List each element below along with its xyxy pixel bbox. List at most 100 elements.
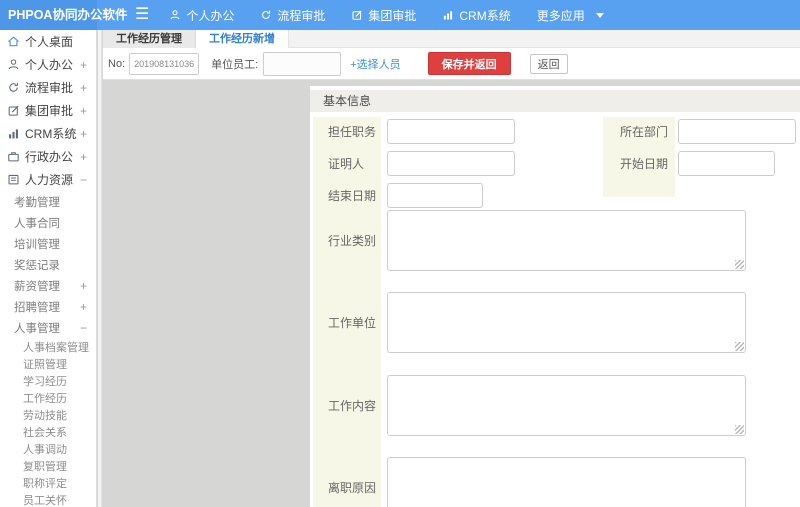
industry-label: 行业类别: [328, 234, 377, 248]
sidebar-item-personal-office[interactable]: 个人办公 +: [0, 53, 96, 76]
work-unit-label: 工作单位: [328, 316, 377, 330]
select-person-link[interactable]: +选择人员: [350, 56, 400, 72]
sidebar-item-label: 复职管理: [23, 460, 67, 473]
nav-group-approval[interactable]: 集团审批: [351, 7, 416, 24]
briefcase-icon: [7, 150, 20, 163]
sidebar-item-label: 个人办公: [25, 58, 74, 72]
nav-crm-system[interactable]: CRM系统: [442, 7, 511, 24]
sidebar-item-recruit[interactable]: 招聘管理 +: [0, 296, 96, 317]
sidebar-item-label: CRM系统: [25, 127, 77, 141]
sidebar-item-labor-skills[interactable]: 劳动技能: [0, 406, 96, 423]
sidebar-item-admin-office[interactable]: 行政办公 +: [0, 145, 96, 168]
sidebar-item-label: 学习经历: [23, 375, 67, 388]
nav-more-apps[interactable]: 更多应用: [537, 7, 604, 24]
expand-icon[interactable]: +: [80, 150, 87, 164]
collapse-icon[interactable]: −: [80, 173, 87, 187]
sidebar-item-hr-contract[interactable]: 人事合同: [0, 212, 96, 233]
tab-work-history-new[interactable]: 工作经历新增: [196, 30, 289, 48]
sidebar-item-hr[interactable]: 人力资源 −: [0, 168, 96, 191]
sidebar-item-label: 人事调动: [23, 443, 67, 456]
sidebar-item-reinstatement[interactable]: 复职管理: [0, 457, 96, 474]
sidebar-item-crm[interactable]: CRM系统 +: [0, 122, 96, 145]
industry-textarea[interactable]: [387, 210, 746, 271]
save-and-return-button[interactable]: 保存并返回: [427, 52, 511, 75]
sidebar-item-label: 证照管理: [23, 358, 67, 371]
sidebar-item-work-history[interactable]: 工作经历: [0, 389, 96, 406]
expand-icon[interactable]: +: [80, 127, 87, 141]
sidebar-item-personnel-files[interactable]: 人事档案管理: [0, 338, 96, 355]
department-input[interactable]: [678, 119, 796, 144]
sidebar-item-label: 劳动技能: [23, 409, 67, 422]
employee-label: 单位员工:: [211, 58, 259, 71]
sidebar-item-label: 招聘管理: [14, 301, 60, 314]
home-icon: [7, 35, 20, 48]
leave-reason-textarea[interactable]: [387, 457, 746, 507]
sidebar-item-label: 员工关怀: [23, 494, 67, 507]
sidebar-item-group-approval[interactable]: 集团审批 +: [0, 99, 96, 122]
no-label: No:: [108, 57, 126, 70]
toolbar: No: 单位员工: +选择人员 保存并返回 返回: [103, 48, 800, 80]
expand-icon[interactable]: +: [80, 279, 87, 293]
sidebar-item-label: 奖惩记录: [14, 259, 60, 272]
position-input[interactable]: [387, 119, 515, 144]
edit-icon: [7, 104, 20, 117]
hamburger-menu-icon[interactable]: ☰: [135, 0, 149, 30]
sidebar-item-label: 人事管理: [14, 322, 60, 335]
start-date-input[interactable]: [678, 151, 775, 176]
start-date-label: 开始日期: [620, 157, 669, 171]
sidebar-item-personnel[interactable]: 人事管理 −: [0, 317, 96, 338]
certifier-input[interactable]: [387, 151, 515, 176]
sidebar-item-attendance[interactable]: 考勤管理: [0, 191, 96, 212]
sidebar-item-label: 人事合同: [14, 217, 60, 230]
work-content-label: 工作内容: [328, 399, 377, 413]
sidebar-item-workflow-approval[interactable]: 流程审批 +: [0, 76, 96, 99]
nav-label: 个人办公: [186, 8, 235, 23]
expand-icon[interactable]: +: [80, 81, 87, 95]
nav-personal-office[interactable]: 个人办公: [169, 7, 234, 24]
sidebar-item-training[interactable]: 培训管理: [0, 233, 96, 254]
sidebar-item-salary[interactable]: 薪资管理 +: [0, 275, 96, 296]
app-window: PHPOA协同办公软件 ☰ 个人办公 流程审批 集团审批 CRM系统 更多应用: [0, 0, 800, 507]
expand-icon[interactable]: +: [80, 300, 87, 314]
position-label: 担任职务: [328, 125, 377, 139]
main-area: 工作经历管理 工作经历新增 No: 单位员工: +选择人员 保存并返回 返回 基…: [103, 30, 800, 507]
hr-icon: [7, 173, 20, 186]
sidebar-item-label: 培训管理: [14, 238, 60, 251]
sidebar-item-certificates[interactable]: 证照管理: [0, 355, 96, 372]
industry-textarea-wrap: [387, 210, 746, 271]
employee-input[interactable]: [263, 51, 342, 76]
sidebar-item-title-evaluation[interactable]: 职称评定: [0, 474, 96, 491]
collapse-icon[interactable]: −: [80, 321, 87, 335]
sidebar-item-label: 人事档案管理: [23, 341, 89, 354]
sidebar-item-label: 人力资源: [25, 173, 74, 187]
return-button[interactable]: 返回: [529, 53, 568, 74]
end-date-input[interactable]: [387, 183, 483, 208]
expand-icon[interactable]: +: [80, 104, 87, 118]
tab-work-history-manage[interactable]: 工作经历管理: [103, 30, 196, 48]
user-icon: [7, 58, 20, 71]
department-label: 所在部门: [620, 125, 669, 139]
work-unit-textarea[interactable]: [387, 292, 746, 353]
chart-icon: [7, 127, 20, 140]
expand-icon[interactable]: +: [80, 58, 87, 72]
chart-icon: [442, 9, 454, 21]
sidebar-item-rewards[interactable]: 奖惩记录: [0, 254, 96, 275]
sidebar-item-personnel-transfer[interactable]: 人事调动: [0, 440, 96, 457]
certifier-label: 证明人: [328, 157, 365, 171]
user-icon: [169, 9, 181, 21]
sidebar-item-employee-care[interactable]: 员工关怀: [0, 491, 96, 507]
no-input[interactable]: [129, 52, 200, 75]
sidebar-scrollbar[interactable]: [98, 30, 102, 507]
sidebar-item-personal-desktop[interactable]: 个人桌面: [0, 30, 96, 53]
content-area: 基本信息 担任职务 所在部门 证明人 开始日期 结束日期 行业类别 工作单位 工…: [103, 80, 800, 507]
edit-icon: [351, 9, 363, 21]
flow-icon: [7, 81, 20, 94]
section-header: 基本信息: [310, 90, 800, 112]
work-content-textarea[interactable]: [387, 375, 746, 436]
nav-label: 更多应用: [536, 8, 585, 23]
nav-workflow-approval[interactable]: 流程审批: [260, 7, 325, 24]
topbar: PHPOA协同办公软件 ☰ 个人办公 流程审批 集团审批 CRM系统 更多应用: [0, 0, 800, 30]
sidebar-item-label: 薪资管理: [14, 280, 60, 293]
sidebar-item-education-history[interactable]: 学习经历: [0, 372, 96, 389]
sidebar-item-social-relations[interactable]: 社会关系: [0, 423, 96, 440]
